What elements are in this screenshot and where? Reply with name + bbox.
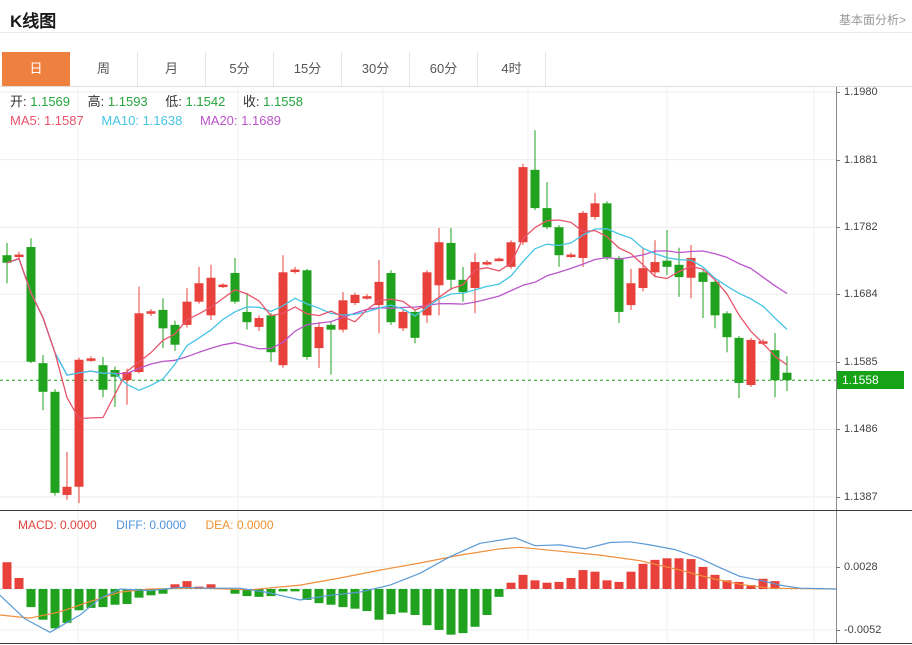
ohlc-readout: 开: 1.1569 高: 1.1593 低: 1.1542 收: 1.1558 …	[10, 92, 303, 130]
header-divider	[0, 32, 912, 33]
ma20-label: MA20:	[200, 113, 238, 128]
tab-日[interactable]: 日	[2, 52, 70, 86]
macd-label: MACD:	[18, 518, 57, 532]
bottom-border	[0, 643, 912, 644]
tab-60分[interactable]: 60分	[410, 52, 478, 86]
tab-月[interactable]: 月	[138, 52, 206, 86]
ohlc-row: 开: 1.1569 高: 1.1593 低: 1.1542 收: 1.1558	[10, 92, 303, 111]
low-value: 1.1542	[186, 94, 226, 109]
tab-4时[interactable]: 4时	[478, 52, 546, 86]
high-label: 高:	[88, 94, 105, 109]
high-value: 1.1593	[108, 94, 148, 109]
macd-value: 0.0000	[60, 518, 97, 532]
price-tick-label: 1.1585	[836, 355, 878, 369]
close-value: 1.1558	[263, 94, 303, 109]
price-tick-label: 1.1782	[836, 220, 878, 234]
price-tick-label: 1.1486	[836, 422, 878, 436]
tab-30分[interactable]: 30分	[342, 52, 410, 86]
low-label: 低:	[165, 94, 182, 109]
ma20-value: 1.1689	[241, 113, 281, 128]
ma-row: MA5: 1.1587 MA10: 1.1638 MA20: 1.1689	[10, 111, 303, 130]
diff-label: DIFF:	[116, 518, 146, 532]
price-tick-label: 1.1980	[836, 85, 878, 99]
panel-separator	[0, 510, 912, 511]
ma10-value: 1.1638	[143, 113, 183, 128]
ma5-value: 1.1587	[44, 113, 84, 128]
dea-value: 0.0000	[237, 518, 274, 532]
macd-readout: MACD: 0.0000 DIFF: 0.0000 DEA: 0.0000	[18, 518, 274, 532]
tab-周[interactable]: 周	[70, 52, 138, 86]
current-price-badge: 1.1558	[837, 371, 904, 389]
tab-5分[interactable]: 5分	[206, 52, 274, 86]
page-title: K线图	[10, 7, 56, 32]
kline-page: K线图 基本面分析> 日周月5分15分30分60分4时 开: 1.1569 高:…	[0, 0, 912, 645]
price-tick-label: 1.1387	[836, 490, 878, 504]
open-value: 1.1569	[30, 94, 70, 109]
open-label: 开:	[10, 94, 27, 109]
tab-15分[interactable]: 15分	[274, 52, 342, 86]
dea-label: DEA:	[205, 518, 233, 532]
ma5-label: MA5:	[10, 113, 40, 128]
price-tick-label: 1.1684	[836, 287, 878, 301]
macd-tick-label: 0.0028	[836, 560, 878, 574]
macd-tick-label: -0.0052	[836, 623, 881, 637]
price-axis: 1.1558 1.1980 1.1881 1.1782 1.1684 1.1585 1.1…	[836, 0, 912, 645]
diff-value: 0.0000	[149, 518, 186, 532]
candlestick-chart[interactable]	[0, 87, 836, 510]
price-tick-label: 1.1881	[836, 153, 878, 167]
timeframe-tab-bar: 日周月5分15分30分60分4时	[2, 52, 546, 86]
ma10-label: MA10:	[101, 113, 139, 128]
close-label: 收:	[243, 94, 260, 109]
